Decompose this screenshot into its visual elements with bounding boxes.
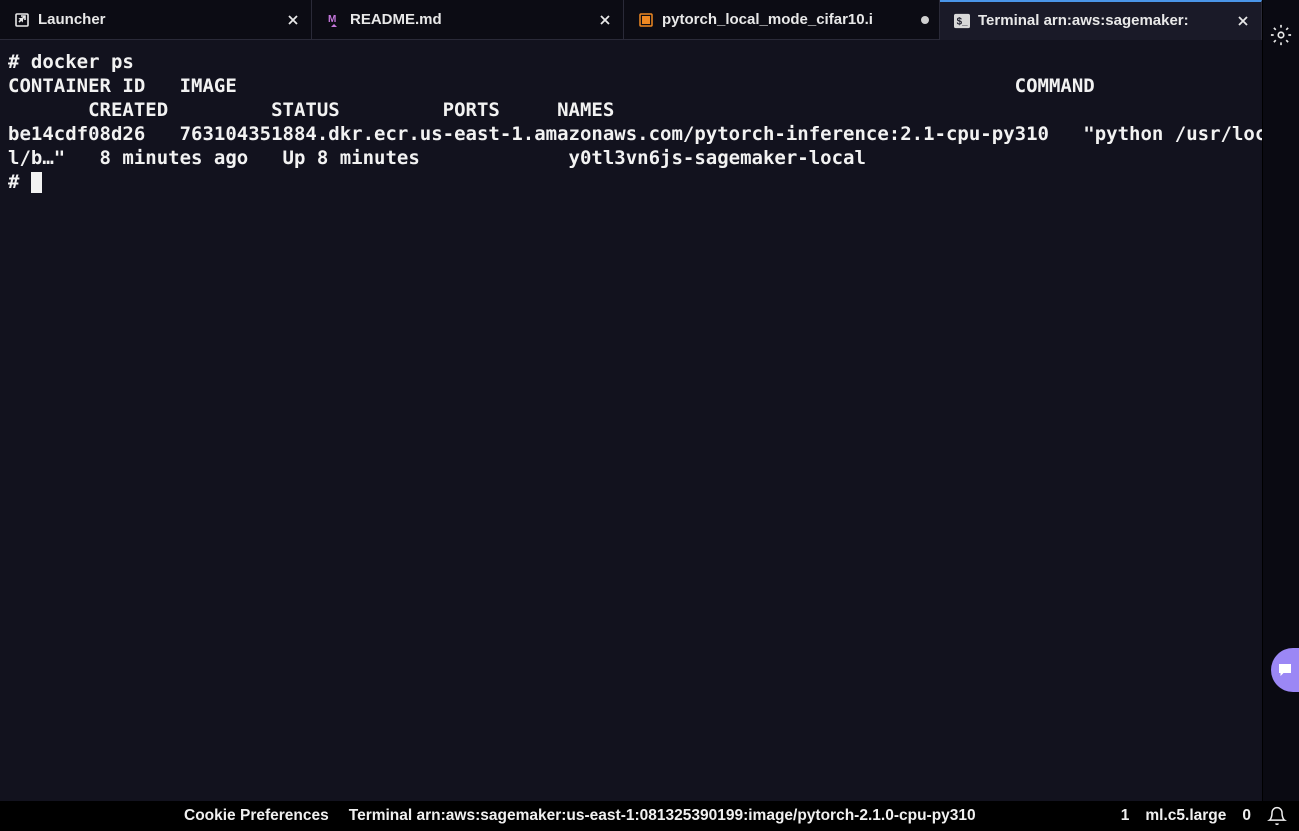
launcher-icon xyxy=(14,12,30,28)
status-bar: Cookie Preferences Terminal arn:aws:sage… xyxy=(0,801,1299,831)
terminal-line: l/b…" 8 minutes ago Up 8 minutes y0tl3vn… xyxy=(8,147,866,169)
terminal-line: CONTAINER ID IMAGE COMMAND xyxy=(8,75,1095,97)
close-icon[interactable] xyxy=(285,12,301,28)
close-icon[interactable] xyxy=(1235,13,1251,29)
terminal-icon: $_ xyxy=(954,13,970,29)
status-number[interactable]: 1 xyxy=(1121,807,1130,825)
tab-launcher[interactable]: Launcher xyxy=(0,0,312,40)
cookie-preferences-link[interactable]: Cookie Preferences xyxy=(184,807,329,825)
close-icon[interactable] xyxy=(597,12,613,28)
tabs-container: Launcher M README.md pytorch_lo xyxy=(0,0,1262,40)
terminal-line: be14cdf08d26 763104351884.dkr.ecr.us-eas… xyxy=(8,123,1262,145)
tab-notebook[interactable]: pytorch_local_mode_cifar10.i xyxy=(624,0,940,40)
terminal-path-status[interactable]: Terminal arn:aws:sagemaker:us-east-1:081… xyxy=(349,807,976,825)
terminal-output[interactable]: # docker ps CONTAINER ID IMAGE COMMAND C… xyxy=(0,40,1262,801)
bell-icon[interactable] xyxy=(1267,806,1287,826)
tab-terminal[interactable]: $_ Terminal arn:aws:sagemaker: xyxy=(940,0,1262,40)
terminal-cursor xyxy=(31,172,42,193)
dirty-indicator-icon xyxy=(921,16,929,24)
terminal-line: CREATED STATUS PORTS NAMES xyxy=(8,99,614,121)
notifications-count[interactable]: 0 xyxy=(1242,807,1251,825)
tab-label: Launcher xyxy=(38,11,106,28)
svg-text:$_: $_ xyxy=(957,16,968,27)
svg-text:M: M xyxy=(328,14,336,25)
markdown-icon: M xyxy=(326,12,342,28)
notebook-icon xyxy=(638,12,654,28)
instance-type-status[interactable]: ml.c5.large xyxy=(1145,807,1226,825)
terminal-line: # docker ps xyxy=(8,51,134,73)
tab-readme[interactable]: M README.md xyxy=(312,0,624,40)
gear-icon[interactable] xyxy=(1270,24,1292,51)
tab-label: pytorch_local_mode_cifar10.i xyxy=(662,11,873,28)
right-rail xyxy=(1262,0,1299,831)
terminal-prompt: # xyxy=(8,171,31,193)
tab-label: README.md xyxy=(350,11,442,28)
tab-label: Terminal arn:aws:sagemaker: xyxy=(978,12,1189,29)
